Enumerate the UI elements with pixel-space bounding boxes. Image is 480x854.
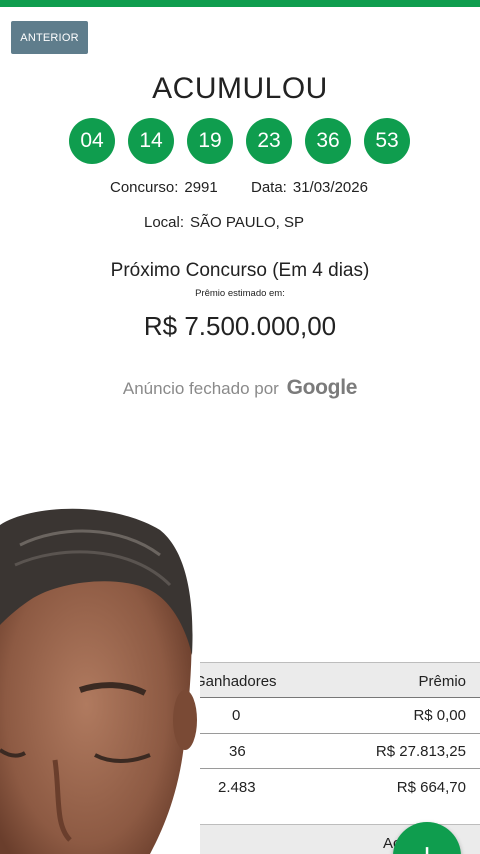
location-value: SÃO PAULO, SP	[190, 214, 304, 231]
table-cell-winners: 36	[229, 743, 246, 760]
header-winners: Ganhadores	[194, 673, 277, 690]
top-accent-bar	[0, 0, 480, 7]
date-value: 31/03/2026	[292, 179, 368, 196]
table-cell-winners: 0	[232, 707, 241, 724]
camera-overlay-photo	[0, 505, 200, 854]
contest-number: 2991	[184, 179, 218, 196]
person-photo	[0, 505, 200, 854]
previous-button[interactable]: ANTERIOR	[11, 21, 88, 54]
plus-icon: +	[417, 839, 437, 854]
number-ball: 53	[364, 118, 410, 164]
number-ball: 04	[69, 118, 115, 164]
number-ball: 14	[128, 118, 174, 164]
table-cell-prize: R$ 27.813,25	[375, 743, 466, 760]
estimated-prize-value: R$ 7.500.000,00	[143, 311, 337, 341]
drawn-numbers: 04 14 19 23 36 53	[0, 118, 480, 164]
table-cell-prize: R$ 0,00	[413, 707, 466, 724]
google-logo: Google	[286, 376, 358, 399]
next-contest-title: Próximo Concurso (Em 4 dias)	[110, 260, 370, 281]
contest-info: Concurso: 2991	[110, 179, 218, 196]
result-status: ACUMULOU	[152, 72, 328, 105]
date-label: Data:	[251, 179, 287, 196]
header-prize: Prêmio	[418, 673, 466, 690]
ad-closed-text: Anúncio fechado por	[122, 379, 279, 398]
table-cell-prize: R$ 664,70	[396, 779, 466, 796]
table-cell-winners: 2.483	[218, 779, 256, 796]
number-ball: 23	[246, 118, 292, 164]
ad-closed-notice: Anúncio fechado por Google	[0, 376, 480, 400]
contest-label: Concurso:	[110, 179, 179, 196]
date-info: Data: 31/03/2026	[251, 179, 368, 196]
number-ball: 36	[305, 118, 351, 164]
location-info: Local: SÃO PAULO, SP	[144, 214, 304, 231]
location-label: Local:	[144, 214, 185, 231]
estimated-prize-label: Prêmio estimado em:	[195, 288, 285, 299]
number-ball: 19	[187, 118, 233, 164]
